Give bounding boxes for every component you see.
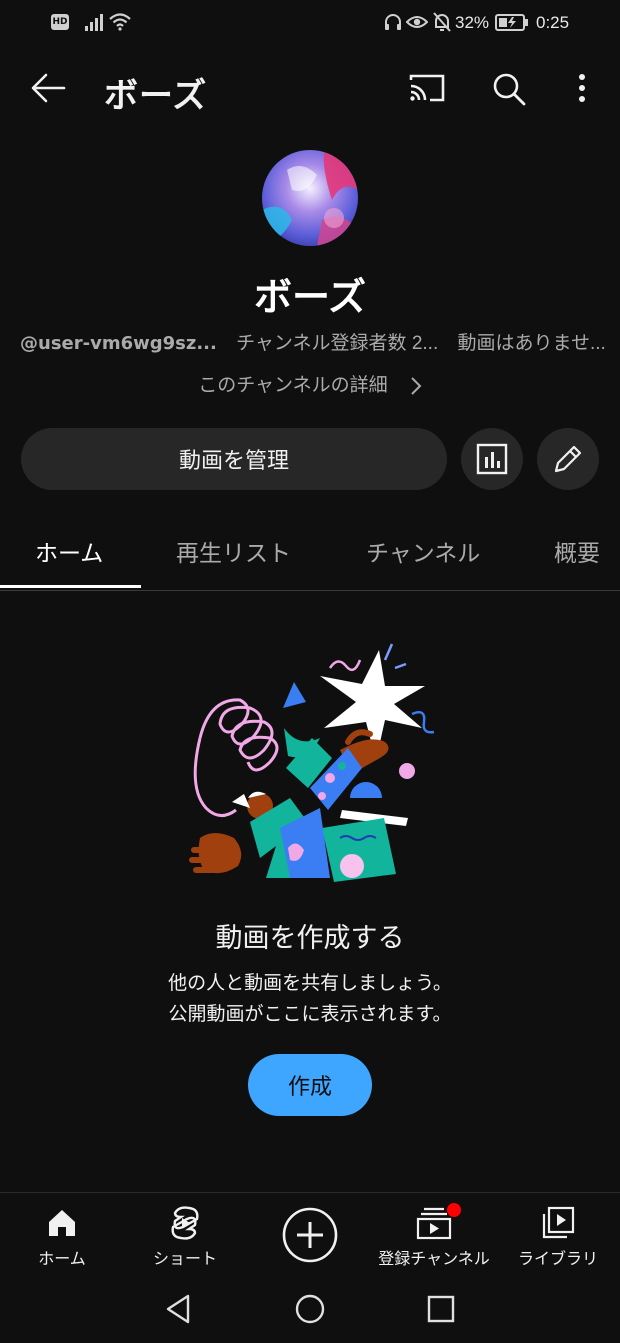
nav-subscriptions[interactable]: 登録チャンネル bbox=[372, 1193, 496, 1277]
subscriber-count: チャンネル登録者数 2... bbox=[236, 333, 439, 354]
empty-state-title: 動画を作成する bbox=[215, 923, 405, 954]
create-button[interactable]: 作成 bbox=[248, 1054, 372, 1116]
system-navigation bbox=[0, 1276, 620, 1343]
home-circle-icon[interactable] bbox=[294, 1293, 326, 1325]
channel-meta: @user-vm6wg9sz... チャンネル登録者数 2... 動画はありませ… bbox=[20, 328, 610, 358]
search-icon[interactable] bbox=[492, 72, 526, 106]
nav-shorts[interactable]: ショート bbox=[140, 1193, 230, 1277]
back-arrow-icon[interactable] bbox=[30, 72, 66, 104]
active-tab-indicator bbox=[0, 585, 141, 588]
eye-icon bbox=[406, 16, 428, 28]
bottom-navigation: ホーム ショート 登録チャンネル ライブラリ bbox=[0, 1192, 620, 1277]
page-title: ボーズ bbox=[104, 76, 208, 116]
status-bar: HD 32% 0:25 bbox=[0, 0, 620, 46]
cast-icon[interactable] bbox=[408, 72, 446, 104]
nav-shorts-label: ショート bbox=[152, 1249, 217, 1268]
pencil-icon bbox=[554, 445, 582, 473]
channel-handle: @user-vm6wg9sz... bbox=[20, 333, 217, 354]
tab-playlists[interactable]: 再生リスト bbox=[176, 534, 291, 568]
manage-videos-button[interactable]: 動画を管理 bbox=[21, 428, 447, 490]
library-icon bbox=[542, 1206, 575, 1239]
notification-dot bbox=[447, 1203, 461, 1217]
tab-channels[interactable]: チャンネル bbox=[366, 534, 480, 568]
battery-percent: 32% bbox=[455, 13, 490, 32]
nav-subscriptions-label: 登録チャンネル bbox=[378, 1249, 490, 1268]
manage-videos-label: 動画を管理 bbox=[178, 449, 289, 474]
clock: 0:25 bbox=[536, 13, 570, 32]
chevron-right-icon bbox=[411, 376, 422, 395]
nav-home-label: ホーム bbox=[38, 1249, 86, 1268]
empty-state-line-2: 公開動画がここに表示されます。 bbox=[168, 1003, 452, 1025]
video-count: 動画はありませ... bbox=[457, 333, 606, 354]
channel-tabs: ホーム 再生リスト チャンネル 概要 bbox=[0, 510, 620, 591]
channel-details-label: このチャンネルの詳細 bbox=[198, 374, 388, 396]
battery-icon bbox=[495, 14, 528, 31]
notifications-off-icon bbox=[433, 12, 451, 32]
channel-name: ボーズ bbox=[253, 275, 367, 319]
recents-square-icon[interactable] bbox=[427, 1294, 455, 1324]
empty-state-description: 他の人と動画を共有しましょう。 公開動画がここに表示されます。 bbox=[0, 968, 620, 1030]
hd-badge-label: HD bbox=[52, 17, 68, 27]
empty-state-line-1: 他の人と動画を共有しましょう。 bbox=[168, 972, 452, 994]
channel-avatar[interactable] bbox=[262, 150, 358, 246]
avatar-image bbox=[262, 150, 358, 246]
create-plus-icon bbox=[282, 1207, 338, 1263]
back-triangle-icon[interactable] bbox=[164, 1293, 192, 1325]
shorts-icon bbox=[171, 1206, 199, 1240]
nav-library-label: ライブラリ bbox=[517, 1249, 598, 1268]
edit-channel-button[interactable] bbox=[537, 428, 599, 490]
create-button-label: 作成 bbox=[287, 1075, 332, 1100]
wifi-icon bbox=[109, 13, 131, 31]
create-video-illustration bbox=[189, 643, 435, 882]
tab-home[interactable]: ホーム bbox=[35, 534, 103, 568]
channel-details-link[interactable]: このチャンネルの詳細 bbox=[0, 370, 620, 397]
more-vert-icon[interactable] bbox=[574, 72, 590, 106]
tab-about[interactable]: 概要 bbox=[554, 534, 600, 568]
nav-library[interactable]: ライブラリ bbox=[512, 1193, 604, 1277]
signal-icon bbox=[85, 14, 103, 31]
analytics-button[interactable] bbox=[461, 428, 523, 490]
nav-create[interactable] bbox=[280, 1193, 340, 1277]
top-app-bar: ボーズ bbox=[0, 46, 620, 132]
nav-home[interactable]: ホーム bbox=[22, 1193, 102, 1277]
bar-chart-icon bbox=[476, 443, 508, 475]
home-icon bbox=[49, 1210, 75, 1236]
headphones-icon bbox=[385, 14, 401, 30]
hd-badge: HD bbox=[51, 14, 69, 30]
